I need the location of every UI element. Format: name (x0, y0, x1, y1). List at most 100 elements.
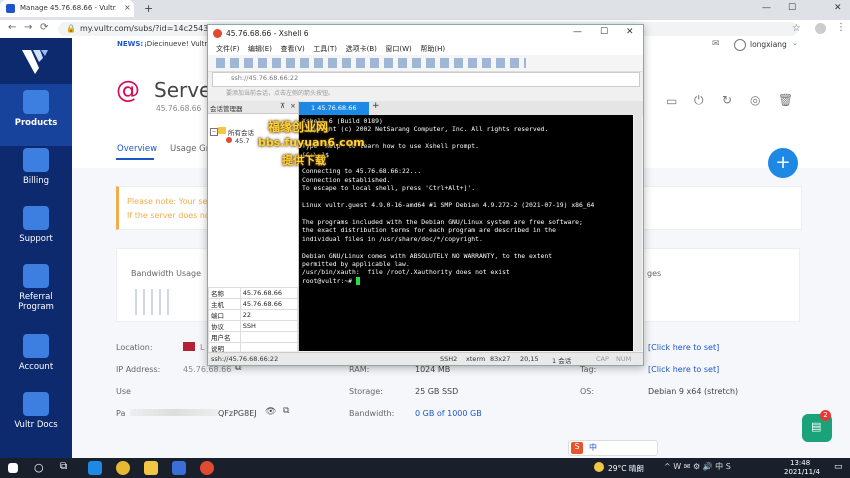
back-icon[interactable]: ← (8, 22, 16, 33)
panel-close-icon[interactable]: × (290, 102, 296, 110)
os-value: Debian 9 x64 (stretch) (648, 387, 739, 396)
maximize-icon[interactable]: ☐ (600, 27, 608, 37)
table-row: 端口 22 (208, 309, 299, 321)
username[interactable]: longxiang (750, 40, 787, 49)
maximize-window-icon[interactable]: ☐ (788, 3, 796, 13)
app-icon[interactable] (88, 461, 102, 475)
menu-window[interactable]: 窗口(W) (385, 45, 411, 53)
watermark-text: bbs.fuyuan6.com (258, 136, 365, 149)
xshell-taskbar-icon[interactable] (200, 461, 214, 475)
power-icon[interactable]: ⏻ (694, 93, 704, 108)
browser-menu-icon[interactable]: ⋮ (836, 22, 846, 33)
chat-button[interactable]: ▤ 2 (802, 410, 832, 442)
show-password-icon[interactable]: 👁 (265, 407, 276, 417)
windows-taskbar: ○ ⧉ 29°C 晴朗 ^ W ✉ ⚙ 🔊 中 S 13:48 2021/11/… (0, 458, 850, 478)
sidebar-item-billing[interactable]: Billing (0, 148, 72, 186)
copy-password-icon[interactable]: ⧉ (283, 406, 289, 416)
minimize-window-icon[interactable]: — (762, 3, 771, 13)
sidebar-item-support[interactable]: Support (0, 206, 72, 244)
terminal-scrollbar[interactable] (634, 115, 642, 351)
new-tab-button[interactable]: + (144, 2, 153, 15)
browser-tab[interactable]: Manage 45.76.68.66 - Vultr.co × (0, 0, 134, 17)
clock-time[interactable]: 13:48 (790, 459, 810, 467)
xshell-address-text: ssh://45.76.68.66:22 (231, 74, 299, 82)
products-icon (23, 90, 49, 114)
reinstall-icon[interactable]: ◎ (750, 93, 760, 107)
cursor (355, 276, 360, 285)
notification-icon[interactable]: ▭ (834, 462, 843, 472)
video-icon[interactable] (172, 461, 186, 475)
xshell-address-bar[interactable]: ssh://45.76.68.66:22 (212, 72, 640, 87)
table-row: 用户名 (208, 331, 299, 343)
tab-close-icon[interactable]: × (124, 3, 131, 12)
sogou-icon[interactable]: S (571, 442, 583, 454)
status-sessions: 1 会话 (552, 357, 572, 365)
menu-edit[interactable]: 编辑(E) (248, 45, 272, 53)
tree-root[interactable]: 所有会话 (228, 127, 254, 137)
mail-icon[interactable]: ✉ (712, 39, 720, 49)
sidebar-item-products[interactable]: Products (0, 84, 72, 146)
tag-set-link[interactable]: [Click here to set] (648, 365, 719, 374)
xshell-statusbar: ssh://45.76.68.66:22 SSH2 xterm 83x27 20… (208, 352, 643, 365)
add-button[interactable]: + (768, 148, 798, 178)
profile-avatar-icon[interactable] (815, 23, 826, 34)
search-icon[interactable]: ○ (34, 461, 44, 474)
terminal-tab[interactable]: 1 45.76.68.66 (299, 102, 369, 115)
password-value: QFzPG8EJ (218, 409, 257, 418)
session-manager-title: 会话管理器 (210, 105, 243, 113)
docs-icon (23, 392, 49, 416)
status-address: ssh://45.76.68.66:22 (211, 355, 279, 363)
chevron-down-icon[interactable]: ⌄ (792, 39, 798, 47)
minimize-icon[interactable]: — (573, 27, 582, 37)
console-icon[interactable]: ▭ (666, 94, 677, 108)
xshell-titlebar: 45.76.68.66 - Xshell 6 — ☐ ✕ (208, 25, 643, 42)
table-row: 主机 45.76.68.66 (208, 298, 299, 310)
file-explorer-icon[interactable] (144, 461, 158, 475)
tree-collapse-icon[interactable]: − (210, 128, 218, 136)
notice-text: Please note: Your serv (127, 197, 216, 206)
close-icon[interactable]: ✕ (626, 27, 634, 37)
bookmark-star-icon[interactable]: ☆ (792, 23, 801, 34)
terminal-line: the exact distribution terms for each pr… (302, 226, 556, 235)
sidebar-item-label: Products (14, 118, 58, 128)
vultr-logo-icon[interactable] (22, 50, 48, 74)
sidebar-item-referral[interactable]: Referral Program (0, 264, 72, 312)
forward-icon[interactable]: → (24, 22, 32, 33)
tray-icons[interactable]: ^ W ✉ ⚙ 🔊 中 S (664, 461, 731, 472)
tree-session-item[interactable]: 45.7 (235, 137, 249, 145)
menu-tools[interactable]: 工具(T) (313, 45, 337, 53)
windows-start-icon[interactable] (8, 463, 18, 473)
url-text: my.vultr.com/subs/?id=14c25438- (80, 24, 217, 33)
menu-view[interactable]: 查看(V) (280, 45, 304, 53)
weather-text[interactable]: 29°C 晴朗 (608, 463, 644, 474)
restart-icon[interactable]: ↻ (722, 93, 732, 107)
clock-date[interactable]: 2021/11/4 (784, 468, 820, 476)
notice-text: If the server does not (127, 211, 213, 220)
menu-help[interactable]: 帮助(H) (420, 45, 445, 53)
add-tab-button[interactable]: + (372, 101, 380, 111)
news-text[interactable]: ¡Diecinueve! Vultr's (144, 40, 213, 48)
pin-icon[interactable]: ⊼ (280, 102, 285, 110)
label-set-link[interactable]: [Click here to set] (648, 343, 719, 352)
reload-icon[interactable]: ⟳ (40, 22, 48, 33)
tab-overview[interactable]: Overview (117, 144, 157, 154)
sidebar-item-docs[interactable]: Vultr Docs (0, 392, 72, 430)
sidebar-item-account[interactable]: Account (0, 334, 72, 372)
menu-tabs[interactable]: 选项卡(B) (346, 45, 377, 53)
ram-value: 1024 MB (415, 365, 451, 374)
status-caps: CAP (596, 355, 609, 363)
ip-address-value: 45.76.68.66 (183, 365, 232, 374)
menu-file[interactable]: 文件(F) (216, 45, 240, 53)
tab-title: Manage 45.76.68.66 - Vultr.co (20, 4, 116, 12)
chrome-icon[interactable] (116, 461, 130, 475)
bandwidth-value[interactable]: 0 GB of 1000 GB (415, 409, 482, 418)
folder-icon (218, 127, 226, 134)
ime-mode[interactable]: 中 (589, 442, 597, 453)
lock-icon: 🔒 (66, 24, 76, 33)
close-window-icon[interactable]: ✕ (834, 3, 842, 13)
task-view-icon[interactable]: ⧉ (60, 461, 67, 472)
trash-icon[interactable]: 🗑 (778, 93, 793, 107)
location-value: L (200, 343, 205, 352)
toolbar-icons[interactable] (216, 58, 526, 68)
terminal-line: Linux vultr.guest 4.9.0-16-amd64 #1 SMP … (302, 201, 595, 210)
